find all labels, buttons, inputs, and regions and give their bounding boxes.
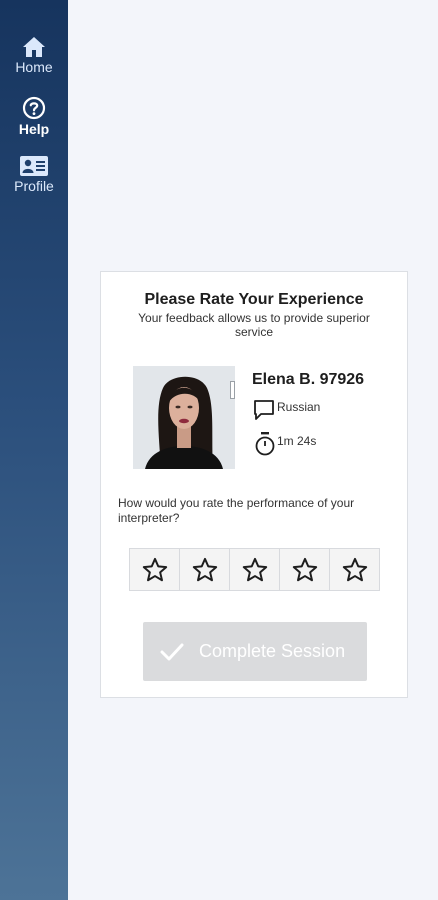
star-icon: [242, 557, 267, 581]
rating-card: Please Rate Your Experience Your feedbac…: [100, 271, 408, 698]
sidebar-item-home[interactable]: Home: [0, 36, 68, 75]
rating-question: How would you rate the performance of yo…: [118, 496, 355, 525]
sidebar-item-label: Help: [18, 121, 50, 137]
star-icon: [192, 557, 217, 581]
feedback-subtitle: Your feedback allows us to provide super…: [138, 311, 370, 339]
checkmark-icon: [160, 643, 184, 660]
interpreter-name: Elena B. 97926: [252, 371, 365, 388]
star-rating: [129, 548, 380, 591]
interpreter-language: Russian: [277, 400, 321, 414]
sidebar-item-label: Home: [15, 59, 53, 75]
star-2-button[interactable]: [180, 549, 230, 590]
home-icon: [23, 37, 45, 57]
star-1-button[interactable]: [130, 549, 180, 590]
session-duration: 1m 24s: [277, 434, 317, 448]
star-3-button[interactable]: [230, 549, 280, 590]
star-icon: [342, 557, 367, 581]
sidebar-item-profile[interactable]: Profile: [0, 155, 68, 194]
sidebar: Home Help Profile: [0, 0, 68, 900]
interpreter-photo: [133, 366, 235, 469]
star-4-button[interactable]: [280, 549, 330, 590]
star-5-button[interactable]: [330, 549, 379, 590]
help-icon: [22, 96, 46, 120]
profile-icon: [20, 156, 48, 176]
stopwatch-icon: [255, 432, 275, 456]
page-title: Please Rate Your Experience: [144, 291, 364, 308]
complete-session-label: Complete Session: [199, 641, 346, 661]
sidebar-item-label: Profile: [14, 178, 54, 194]
photo-marker: [230, 381, 235, 399]
star-icon: [292, 557, 317, 581]
complete-session-button[interactable]: Complete Session: [143, 622, 367, 681]
sidebar-item-help[interactable]: Help: [0, 96, 68, 137]
speech-bubble-icon: [254, 400, 274, 420]
star-icon: [142, 557, 167, 581]
